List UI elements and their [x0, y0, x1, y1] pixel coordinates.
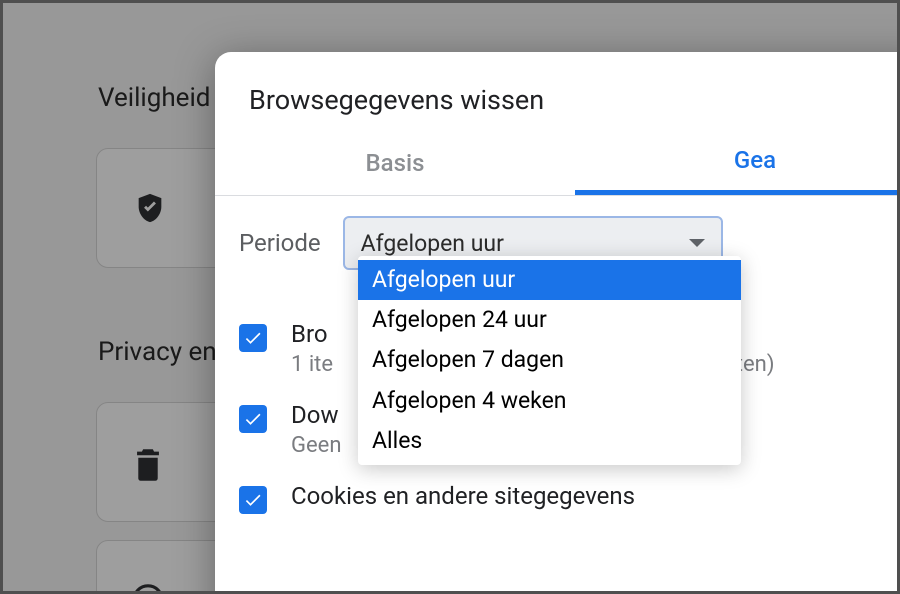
dropdown-option-all-time[interactable]: Alles — [358, 421, 741, 461]
tab-advanced[interactable]: Gea — [575, 134, 900, 195]
checkbox-downloads[interactable] — [239, 405, 267, 433]
dialog-tabs: Basis Gea — [215, 134, 900, 195]
option-title: Cookies en andere sitegegevens — [291, 482, 635, 510]
checkbox-browsing-history[interactable] — [239, 324, 267, 352]
dropdown-option-last-4-weeks[interactable]: Afgelopen 4 weken — [358, 381, 741, 421]
option-title: Bro — [291, 320, 328, 348]
check-icon — [243, 490, 263, 510]
dropdown-option-last-7-days[interactable]: Afgelopen 7 dagen — [358, 340, 741, 380]
option-title: Dow — [291, 401, 341, 429]
clear-browsing-data-dialog: Browsegegevens wissen Basis Gea Periode … — [215, 52, 900, 594]
tab-basic[interactable]: Basis — [215, 137, 575, 193]
time-range-selected-value: Afgelopen uur — [361, 230, 504, 257]
option-subtitle-left: 1 ite — [291, 352, 333, 377]
chevron-down-icon — [689, 239, 705, 247]
dropdown-option-last-hour[interactable]: Afgelopen uur — [358, 260, 741, 300]
check-icon — [243, 409, 263, 429]
option-subtitle: Geen — [291, 433, 341, 458]
option-cookies[interactable]: Cookies en andere sitegegevens — [239, 472, 900, 528]
dropdown-option-last-24-hours[interactable]: Afgelopen 24 uur — [358, 300, 741, 340]
time-range-dropdown: Afgelopen uur Afgelopen 24 uur Afgelopen… — [358, 256, 741, 465]
time-range-label: Periode — [239, 229, 321, 257]
dialog-title: Browsegegevens wissen — [215, 52, 900, 134]
check-icon — [243, 328, 263, 348]
checkbox-cookies[interactable] — [239, 486, 267, 514]
